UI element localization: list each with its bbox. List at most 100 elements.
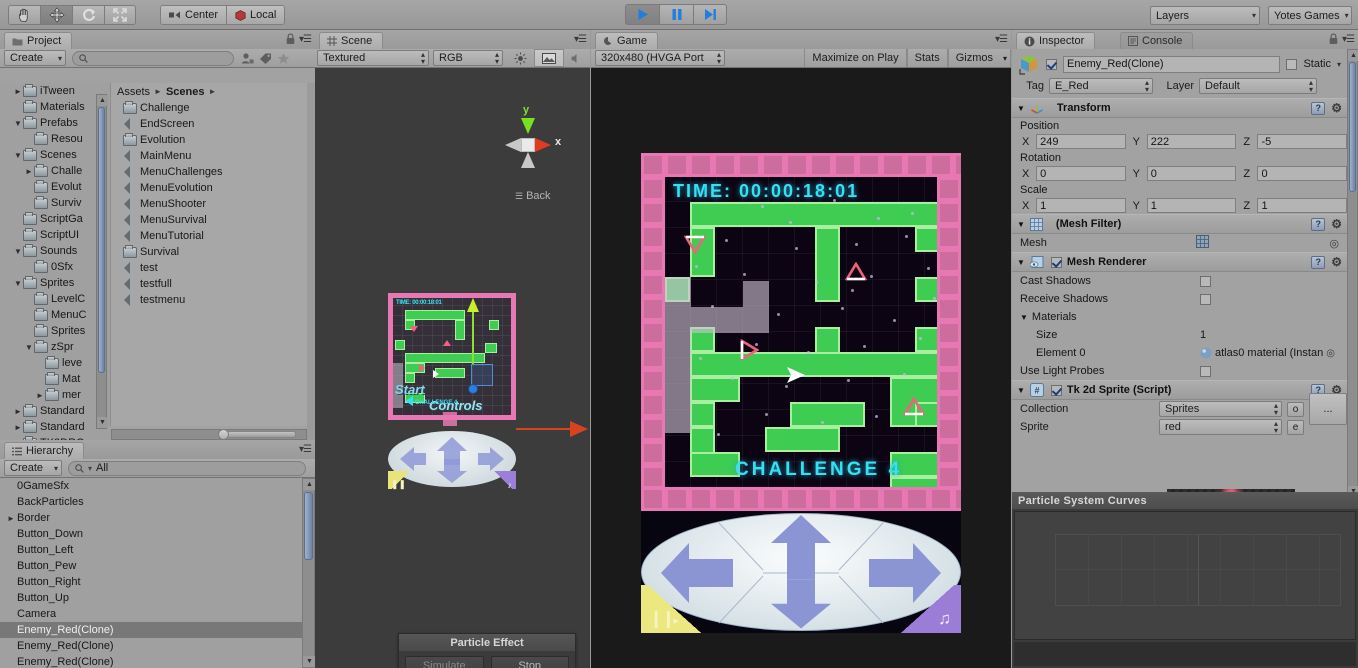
component-header-tk2d-sprite[interactable]: ▼ # Tk 2d Sprite (Script) ? ⚙ (1012, 380, 1347, 400)
transform-scale-y[interactable]: 1 (1146, 198, 1237, 213)
foldout-icon[interactable]: ▼ (1020, 313, 1028, 322)
sprite-dropdown[interactable]: red ▴ ▾ (1159, 419, 1282, 435)
gizmo-y-axis[interactable] (521, 118, 535, 134)
project-tree-item[interactable]: Sprites (0, 323, 110, 339)
hierarchy-item[interactable]: Button_Pew (0, 558, 302, 574)
collection-open-button[interactable]: o (1287, 401, 1304, 417)
gear-icon[interactable]: ⚙ (1331, 101, 1342, 115)
sprite-edit-button[interactable]: e (1287, 419, 1304, 435)
game-screen[interactable]: TIME: 00:00:18:01 CHALLENGE 4 ❙❙▸ ♫ (641, 153, 961, 633)
scene-orientation-gizmo[interactable]: y x (493, 104, 563, 180)
project-tree-item[interactable]: ► mer (0, 387, 110, 403)
foldout-icon[interactable]: ▼ (1017, 258, 1025, 267)
materials-row[interactable]: ▼ Materials (1012, 308, 1347, 326)
scene-audio-toggle[interactable] (564, 49, 590, 67)
game-resolution-dropdown[interactable]: 320x480 (HVGA Port ▴ ▾ (595, 50, 725, 66)
project-asset-item[interactable]: EndScreen (111, 116, 307, 132)
scene-viewport[interactable]: y x ☰ Back TIME: 00:00:18:01 Start Contr… (315, 68, 590, 668)
project-tree-item[interactable]: ▼ Prefabs (0, 115, 110, 131)
materials-element0-row[interactable]: Element 0 atlas0 material (Instan ◎ (1012, 344, 1347, 362)
project-tree-item[interactable]: ScriptGa (0, 211, 110, 227)
tk2d-sprite-enabled-checkbox[interactable] (1050, 384, 1062, 396)
project-asset-item[interactable]: MenuTutorial (111, 228, 307, 244)
sprite-picker-button[interactable]: ... (1309, 393, 1347, 425)
project-tree-item[interactable]: ► iTween (0, 83, 110, 99)
transform-scale-z[interactable]: 1 (1257, 198, 1347, 213)
project-list-hscrollbar[interactable] (111, 429, 307, 440)
scrollbar-thumb[interactable] (1349, 62, 1356, 192)
pivot-rotation-button[interactable]: Local (226, 5, 286, 25)
panel-menu-icon[interactable]: ▾☰ (574, 34, 587, 45)
move-gizmo-handle[interactable] (468, 384, 478, 394)
project-tree-item[interactable]: Evolut (0, 179, 110, 195)
hierarchy-item[interactable]: Enemy_Red(Clone) (0, 638, 302, 654)
project-tree-item[interactable]: ▼ Scenes (0, 147, 110, 163)
scene-fx-toggle[interactable] (534, 49, 564, 67)
hierarchy-item[interactable]: Button_Left (0, 542, 302, 558)
play-button[interactable] (625, 4, 659, 25)
stop-button[interactable]: Stop (490, 656, 569, 668)
help-icon[interactable]: ? (1311, 255, 1326, 269)
lock-icon[interactable] (286, 33, 295, 48)
scrollbar-thumb[interactable] (304, 492, 313, 560)
simulate-button[interactable]: Simulate (405, 656, 484, 668)
gizmo-negy-axis[interactable] (521, 152, 535, 168)
project-asset-item[interactable]: MainMenu (111, 148, 307, 164)
scene-lighting-toggle[interactable] (507, 49, 534, 67)
static-checkbox[interactable] (1286, 58, 1298, 70)
tab-inspector[interactable]: Inspector (1016, 32, 1096, 49)
panel-menu-icon[interactable]: ▾☰ (1342, 34, 1355, 45)
project-tree-item[interactable]: ▼ zSpr (0, 339, 110, 355)
project-tree-item[interactable]: LevelC (0, 291, 110, 307)
project-tree-item[interactable]: ▼ Sounds (0, 243, 110, 259)
project-tree-item[interactable]: MenuC (0, 307, 110, 323)
hierarchy-scrollbar[interactable]: ▲ ▼ (302, 478, 316, 668)
project-tree-item[interactable]: 0Sfx (0, 259, 110, 275)
project-asset-item[interactable]: test (111, 260, 307, 276)
project-tree-item[interactable]: ► Challe (0, 163, 110, 179)
chevron-right-icon[interactable]: ► (35, 391, 45, 400)
tab-scene[interactable]: Scene (319, 32, 384, 49)
project-item-list[interactable]: Assets ► Scenes ► Challenge EndScreen Evol… (110, 83, 307, 426)
help-icon[interactable]: ? (1311, 101, 1326, 115)
project-asset-item[interactable]: MenuShooter (111, 196, 307, 212)
hierarchy-item[interactable]: BackParticles (0, 494, 302, 510)
gear-icon[interactable]: ⚙ (1331, 255, 1342, 269)
mesh-renderer-enabled-checkbox[interactable] (1050, 256, 1062, 268)
project-search-input[interactable] (72, 50, 234, 66)
cast-shadows-checkbox[interactable] (1200, 275, 1211, 287)
tab-game[interactable]: Game (595, 32, 658, 49)
pause-button[interactable] (659, 4, 693, 25)
tab-hierarchy[interactable]: Hierarchy (4, 442, 85, 459)
game-dpad[interactable]: ❙❙▸ ♫ (641, 511, 961, 633)
chevron-right-icon[interactable]: ► (5, 514, 17, 523)
hierarchy-create-button[interactable]: Create ▾ (4, 460, 62, 476)
transform-rotation-x[interactable]: 0 (1036, 166, 1126, 181)
chevron-down-icon[interactable]: ▼ (24, 343, 34, 352)
scene-color-mode-dropdown[interactable]: RGB ▴ ▾ (433, 50, 503, 66)
layout-dropdown[interactable]: Yotes Games ▾ (1268, 6, 1352, 25)
project-asset-item[interactable]: Survival (111, 244, 307, 260)
rotate-tool[interactable] (72, 5, 104, 25)
component-header-transform[interactable]: ▼ Transform ? ⚙ (1012, 98, 1347, 118)
project-asset-item[interactable]: testmenu (111, 292, 307, 308)
project-tree-scrollbar[interactable]: ▲ ▼ (96, 94, 108, 429)
chevron-down-icon[interactable]: ▼ (13, 119, 23, 128)
hand-tool[interactable] (8, 5, 40, 25)
curves-toolbar[interactable] (1014, 642, 1356, 666)
light-probes-row[interactable]: Use Light Probes (1012, 362, 1347, 380)
chevron-right-icon[interactable]: ► (13, 87, 23, 96)
object-name-field[interactable]: Enemy_Red(Clone) (1063, 55, 1281, 73)
hierarchy-item[interactable]: Camera (0, 606, 302, 622)
foldout-icon[interactable]: ▼ (1017, 220, 1025, 229)
help-icon[interactable]: ? (1311, 217, 1326, 231)
scene-game-preview[interactable]: TIME: 00:00:18:01 Start Controls CHALLEN… (388, 293, 516, 420)
project-asset-item[interactable]: Evolution (111, 132, 307, 148)
curves-graph-area[interactable] (1014, 511, 1356, 640)
inspector-scrollbar[interactable]: ▲ ▼ (1347, 49, 1358, 498)
project-tree-item[interactable]: ▼ Sprites (0, 275, 110, 291)
create-button[interactable]: Create ▾ (4, 50, 66, 66)
project-tree-item[interactable]: Surviv (0, 195, 110, 211)
object-picker-icon[interactable]: ◎ (1329, 237, 1339, 250)
gizmo-center-cube[interactable] (521, 138, 535, 152)
